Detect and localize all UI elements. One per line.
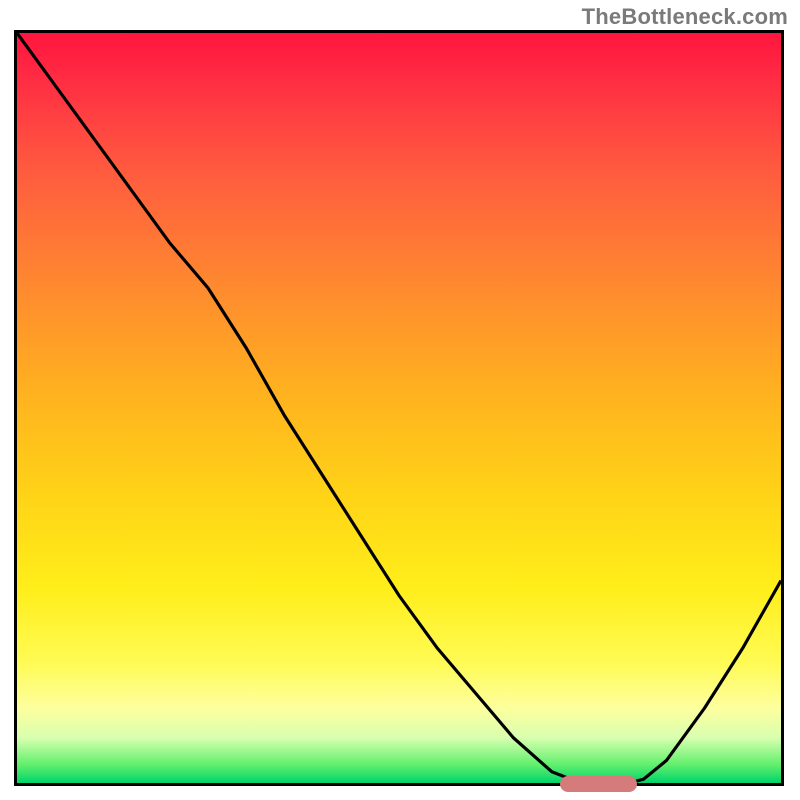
chart-svg	[17, 33, 781, 783]
minimum-marker	[560, 776, 637, 792]
bottleneck-curve-path	[17, 33, 781, 783]
chart-container	[14, 30, 784, 786]
watermark-text: TheBottleneck.com	[582, 4, 788, 30]
